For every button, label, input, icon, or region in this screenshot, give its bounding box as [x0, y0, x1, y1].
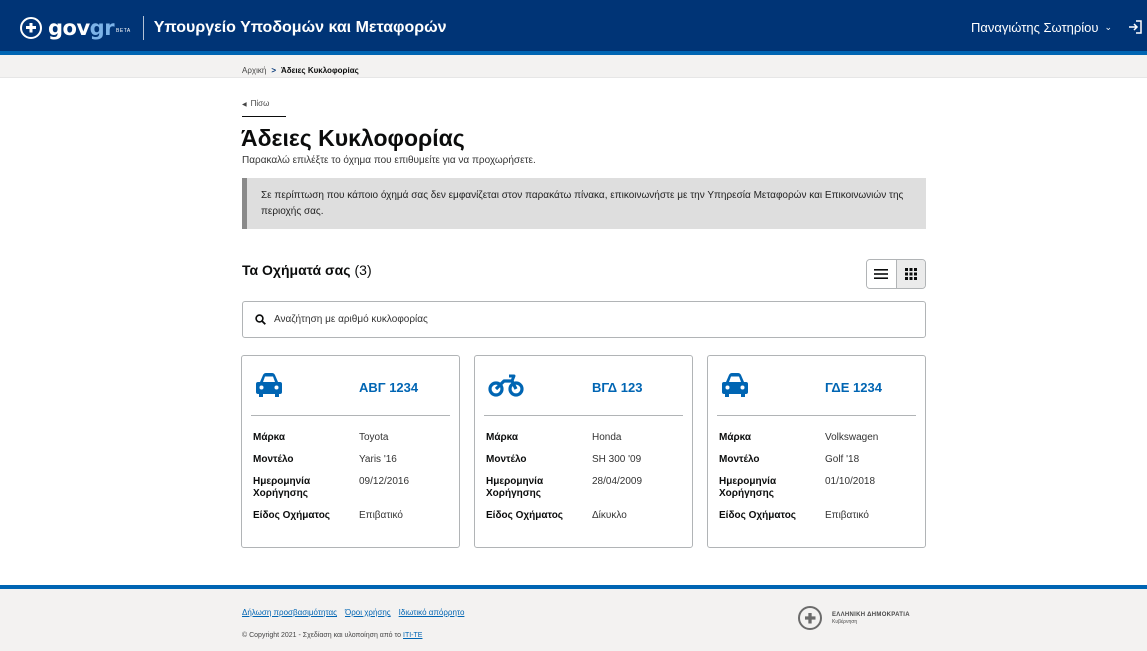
- page-subtitle: Παρακαλώ επιλέξτε το όχημα που επιθυμείτ…: [242, 155, 536, 166]
- footer-links: Δήλωση προσβασιμότητας Όροι χρήσης Ιδιωτ…: [242, 608, 464, 617]
- user-name: Παναγιώτης Σωτηρίου: [970, 20, 1099, 35]
- breadcrumb-home-link[interactable]: Αρχική: [242, 66, 266, 75]
- chevron-down-icon: ⌄: [1104, 22, 1112, 32]
- vehicle-card[interactable]: ΑΒΓ 1234 Μάρκα Toyota Μοντέλο Yaris '16 Ημ…: [241, 355, 460, 548]
- type-label: Είδος Οχήματος: [486, 510, 564, 521]
- site-footer: Δήλωση προσβασιμότητας Όροι χρήσης Ιδιωτ…: [0, 585, 1147, 651]
- breadcrumb-separator: >: [271, 66, 276, 75]
- model-value: SH 300 '09: [592, 454, 642, 465]
- plate-search-input[interactable]: [274, 314, 874, 325]
- logo-wordmark: govgr: [48, 15, 115, 40]
- vehicle-brand-row: Μάρκα Honda: [486, 432, 692, 444]
- model-label: Μοντέλο: [253, 454, 294, 465]
- brand-label: Μάρκα: [486, 432, 519, 443]
- vehicle-date-row: Ημερομηνία Χορήγησης 01/10/2018: [719, 476, 925, 500]
- site-header: govgr BETA Υπουργείο Υποδομών και Μεταφο…: [0, 0, 1147, 55]
- breadcrumb-bar: [0, 55, 1147, 78]
- caret-left-icon: ◀: [242, 102, 247, 108]
- search-icon: [255, 314, 266, 325]
- vehicle-brand-row: Μάρκα Toyota: [253, 432, 459, 444]
- logout-icon[interactable]: [1127, 19, 1143, 35]
- car-icon: [256, 373, 282, 397]
- breadcrumb: Αρχική > Άδειες Κυκλοφορίας: [242, 66, 359, 75]
- accessibility-link[interactable]: Δήλωση προσβασιμότητας: [242, 608, 337, 617]
- car-icon: [722, 373, 748, 397]
- page-title: Άδειες Κυκλοφορίας: [241, 125, 465, 151]
- gov-logo-line1: ΕΛΛΗΝΙΚΗ ΔΗΜΟΚΡΑΤΙΑ: [832, 611, 910, 618]
- user-menu[interactable]: Παναγιώτης Σωτηρίου ⌄: [971, 0, 1112, 55]
- grid-icon: [904, 268, 917, 280]
- date-label: Ημερομηνία Χορήγησης: [719, 476, 777, 499]
- vehicle-card[interactable]: ΓΔΕ 1234 Μάρκα Volkswagen Μοντέλο Golf '18…: [707, 355, 926, 548]
- hellenic-republic-logo: ΕΛΛΗΝΙΚΗ ΔΗΜΟΚΡΑΤΙΑ Κυβέρνηση: [798, 606, 910, 630]
- date-label: Ημερομηνία Χορήγησης: [253, 476, 311, 499]
- brand-value: Honda: [592, 432, 622, 443]
- vehicles-count: (3): [354, 262, 372, 278]
- type-value: Επιβατικό: [359, 510, 403, 521]
- brand-label: Μάρκα: [253, 432, 286, 443]
- vehicle-brand-row: Μάρκα Volkswagen: [719, 432, 925, 444]
- gov-logo-line2: Κυβέρνηση: [832, 618, 858, 625]
- vehicle-plate[interactable]: ΓΔΕ 1234: [825, 380, 882, 395]
- vehicles-heading: Τα Οχήματά σας (3): [242, 262, 372, 278]
- date-value: 28/04/2009: [592, 476, 643, 487]
- copyright: © Copyright 2021 - Σχεδίαση και υλοποίησ…: [242, 632, 422, 639]
- terms-link[interactable]: Όροι χρήσης: [345, 608, 391, 617]
- vehicle-plate[interactable]: ΑΒΓ 1234: [359, 380, 418, 395]
- model-value: Golf '18: [825, 454, 860, 465]
- header-divider: [142, 15, 144, 40]
- breadcrumb-current: Άδειες Κυκλοφορίας: [280, 66, 359, 75]
- govgr-logo[interactable]: govgr BETA Υπουργείο Υποδομών και Μεταφο…: [20, 0, 447, 55]
- vehicle-model-row: Μοντέλο SH 300 '09: [486, 454, 692, 466]
- greek-cross-emblem-icon: [20, 16, 42, 39]
- list-icon: [874, 269, 889, 279]
- date-label: Ημερομηνία Χορήγησης: [486, 476, 544, 499]
- model-label: Μοντέλο: [719, 454, 760, 465]
- copyright-link[interactable]: ΙΤΙ-ΤΕ: [403, 632, 422, 639]
- list-view-button[interactable]: [867, 260, 896, 288]
- type-label: Είδος Οχήματος: [253, 510, 331, 521]
- beta-badge: BETA: [116, 27, 131, 34]
- type-value: Δίκυκλο: [592, 510, 627, 521]
- brand-label: Μάρκα: [719, 432, 752, 443]
- vehicle-date-row: Ημερομηνία Χορήγησης 09/12/2016: [253, 476, 459, 500]
- copyright-text: © Copyright 2021 - Σχεδίαση και υλοποίησ…: [242, 632, 402, 639]
- date-value: 01/10/2018: [825, 476, 876, 487]
- vehicle-type-row: Είδος Οχήματος Επιβατικό: [719, 510, 925, 522]
- brand-value: Volkswagen: [825, 432, 879, 443]
- vehicle-model-row: Μοντέλο Yaris '16: [253, 454, 459, 466]
- type-label: Είδος Οχήματος: [719, 510, 797, 521]
- vehicle-type-row: Είδος Οχήματος Επιβατικό: [253, 510, 459, 522]
- back-link[interactable]: ◀ Πίσω: [242, 99, 286, 117]
- model-label: Μοντέλο: [486, 454, 527, 465]
- view-toggle: [866, 259, 926, 289]
- motorcycle-icon: [488, 374, 524, 397]
- brand-value: Toyota: [359, 432, 389, 443]
- vehicle-plate[interactable]: ΒΓΔ 123: [592, 380, 642, 395]
- vehicle-card-header: ΓΔΕ 1234: [717, 356, 916, 416]
- privacy-link[interactable]: Ιδιωτικό απόρρητο: [399, 608, 465, 617]
- vehicle-card-header: ΑΒΓ 1234: [251, 356, 450, 416]
- vehicle-date-row: Ημερομηνία Χορήγησης 28/04/2009: [486, 476, 692, 500]
- date-value: 09/12/2016: [359, 476, 410, 487]
- vehicle-model-row: Μοντέλο Golf '18: [719, 454, 925, 466]
- vehicle-type-row: Είδος Οχήματος Δίκυκλο: [486, 510, 692, 522]
- vehicle-card[interactable]: ΒΓΔ 123 Μάρκα Honda Μοντέλο SH 300 '09 Ημε…: [474, 355, 693, 548]
- greek-cross-emblem-icon: [798, 606, 822, 630]
- vehicle-card-header: ΒΓΔ 123: [484, 356, 683, 416]
- vehicles-heading-text: Τα Οχήματά σας: [242, 262, 351, 278]
- type-value: Επιβατικό: [825, 510, 869, 521]
- model-value: Yaris '16: [359, 454, 397, 465]
- plate-search: [242, 301, 926, 338]
- back-link-label: Πίσω: [250, 99, 270, 108]
- ministry-title: Υπουργείο Υποδομών και Μεταφορών: [153, 18, 447, 36]
- grid-view-button[interactable]: [895, 260, 925, 288]
- info-notice: Σε περίπτωση που κάποιο όχημά σας δεν εμ…: [242, 178, 926, 229]
